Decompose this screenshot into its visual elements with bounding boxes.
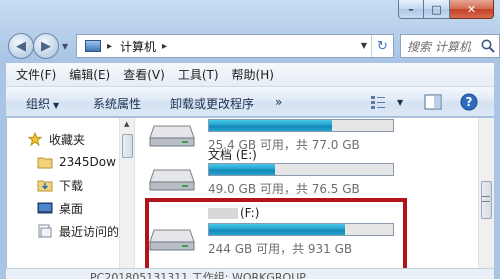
folder-icon	[37, 157, 53, 169]
downloads-folder-icon	[37, 180, 53, 192]
main-pane-scrollbar[interactable]	[478, 118, 494, 279]
search-placeholder: 搜索 计算机	[407, 39, 471, 54]
drive-usage-fill	[209, 120, 333, 131]
recent-pages-dropdown-icon[interactable]: ▼	[62, 42, 68, 51]
breadcrumb-separator[interactable]: ▸	[107, 41, 112, 52]
uninstall-program-button[interactable]: 卸载或更改程序	[170, 95, 254, 112]
preview-pane-icon[interactable]	[424, 94, 442, 110]
details-pane: PC201805131311 工作组: WORKGROUP	[6, 268, 494, 279]
navigation-pane-scrollbar[interactable]: ▲	[119, 118, 135, 279]
explorer-window: – □ ✕ ◀ ▶ ▼ ▸ 计算机 ▸ ▼ ↻ 搜索 计算机 文件(F) 编辑(…	[0, 0, 500, 279]
scroll-grip-icon	[482, 196, 490, 202]
nav-favorites-label: 收藏夹	[49, 132, 86, 147]
navigation-row: ◀ ▶ ▼ ▸ 计算机 ▸ ▼ ↻ 搜索 计算机	[6, 30, 500, 60]
menu-file[interactable]: 文件(F)	[16, 66, 56, 83]
nav-desktop[interactable]: 桌面	[37, 199, 83, 217]
maximize-button[interactable]: □	[424, 0, 450, 19]
chevron-down-icon: ▼	[53, 101, 60, 110]
navigation-pane-scroll-thumb[interactable]	[122, 134, 133, 158]
drive-usage-fill	[209, 164, 276, 175]
forward-button[interactable]: ▶	[33, 33, 59, 59]
drive-usage-bar	[208, 163, 394, 176]
menu-view[interactable]: 查看(V)	[123, 66, 165, 83]
breadcrumb-computer[interactable]: 计算机	[120, 38, 156, 55]
drive-usage-bar	[208, 119, 394, 132]
nav-downloads[interactable]: 下载	[37, 176, 83, 194]
nav-recent-places[interactable]: 最近访问的	[37, 222, 119, 240]
close-button[interactable]: ✕	[450, 0, 494, 19]
nav-2345download-label: 2345Dow	[59, 155, 116, 169]
drive-free-space: 49.0 GB 可用，共 76.5 GB	[208, 182, 360, 196]
help-icon[interactable]: ?	[460, 93, 478, 111]
drive-item-e[interactable]: 文档 (E:) 49.0 GB 可用，共 76.5 GB	[148, 146, 408, 200]
nav-downloads-label: 下载	[59, 178, 84, 193]
search-input[interactable]: 搜索 计算机	[400, 34, 500, 58]
view-dropdown-icon[interactable]: ▼	[397, 98, 403, 107]
refresh-button[interactable]: ↻	[371, 35, 393, 57]
hard-drive-icon	[149, 125, 195, 147]
nav-favorites[interactable]: 收藏夹	[27, 130, 85, 148]
address-dropdown-icon[interactable]: ▼	[361, 41, 367, 50]
nav-2345download[interactable]: 2345Dow	[37, 153, 116, 171]
nav-recent-places-label: 最近访问的	[59, 224, 119, 239]
more-commands-button[interactable]: »	[275, 95, 282, 109]
menu-tools[interactable]: 工具(T)	[178, 66, 219, 83]
menu-help[interactable]: 帮助(H)	[232, 66, 274, 83]
breadcrumb-separator[interactable]: ▸	[162, 41, 167, 52]
menu-edit[interactable]: 编辑(E)	[69, 66, 110, 83]
recent-places-icon	[38, 224, 52, 238]
star-icon	[27, 132, 43, 146]
minimize-button[interactable]: –	[398, 0, 424, 19]
hard-drive-icon	[149, 169, 195, 191]
system-properties-button[interactable]: 系统属性	[93, 95, 141, 112]
back-button[interactable]: ◀	[8, 33, 34, 59]
menu-bar: 文件(F) 编辑(E) 查看(V) 工具(T) 帮助(H)	[6, 63, 494, 87]
view-options-icon[interactable]	[370, 94, 386, 110]
search-icon[interactable]	[480, 38, 496, 54]
navigation-pane: 收藏夹 2345Dow 下载 桌面 最近访问的	[7, 118, 119, 279]
desktop-icon	[37, 202, 53, 214]
organize-button[interactable]: 组织 ▼	[26, 95, 59, 112]
content-area: 收藏夹 2345Dow 下载 桌面 最近访问的 ▲ 25.4 GB 可用，共 7…	[6, 118, 494, 279]
command-bar: 组织 ▼ 系统属性 卸载或更改程序 » ▼ ?	[6, 87, 494, 117]
nav-desktop-label: 桌面	[59, 201, 84, 216]
caption-buttons: – □ ✕	[398, 0, 494, 19]
address-bar[interactable]: ▸ 计算机 ▸ ▼ ↻	[76, 34, 394, 58]
scroll-up-icon[interactable]: ▲	[124, 120, 129, 128]
highlight-box	[145, 198, 407, 274]
help-glyph: ?	[466, 95, 473, 109]
computer-icon	[85, 40, 101, 52]
drive-name: 文档 (E:)	[208, 148, 257, 162]
organize-label: 组织	[26, 97, 51, 111]
